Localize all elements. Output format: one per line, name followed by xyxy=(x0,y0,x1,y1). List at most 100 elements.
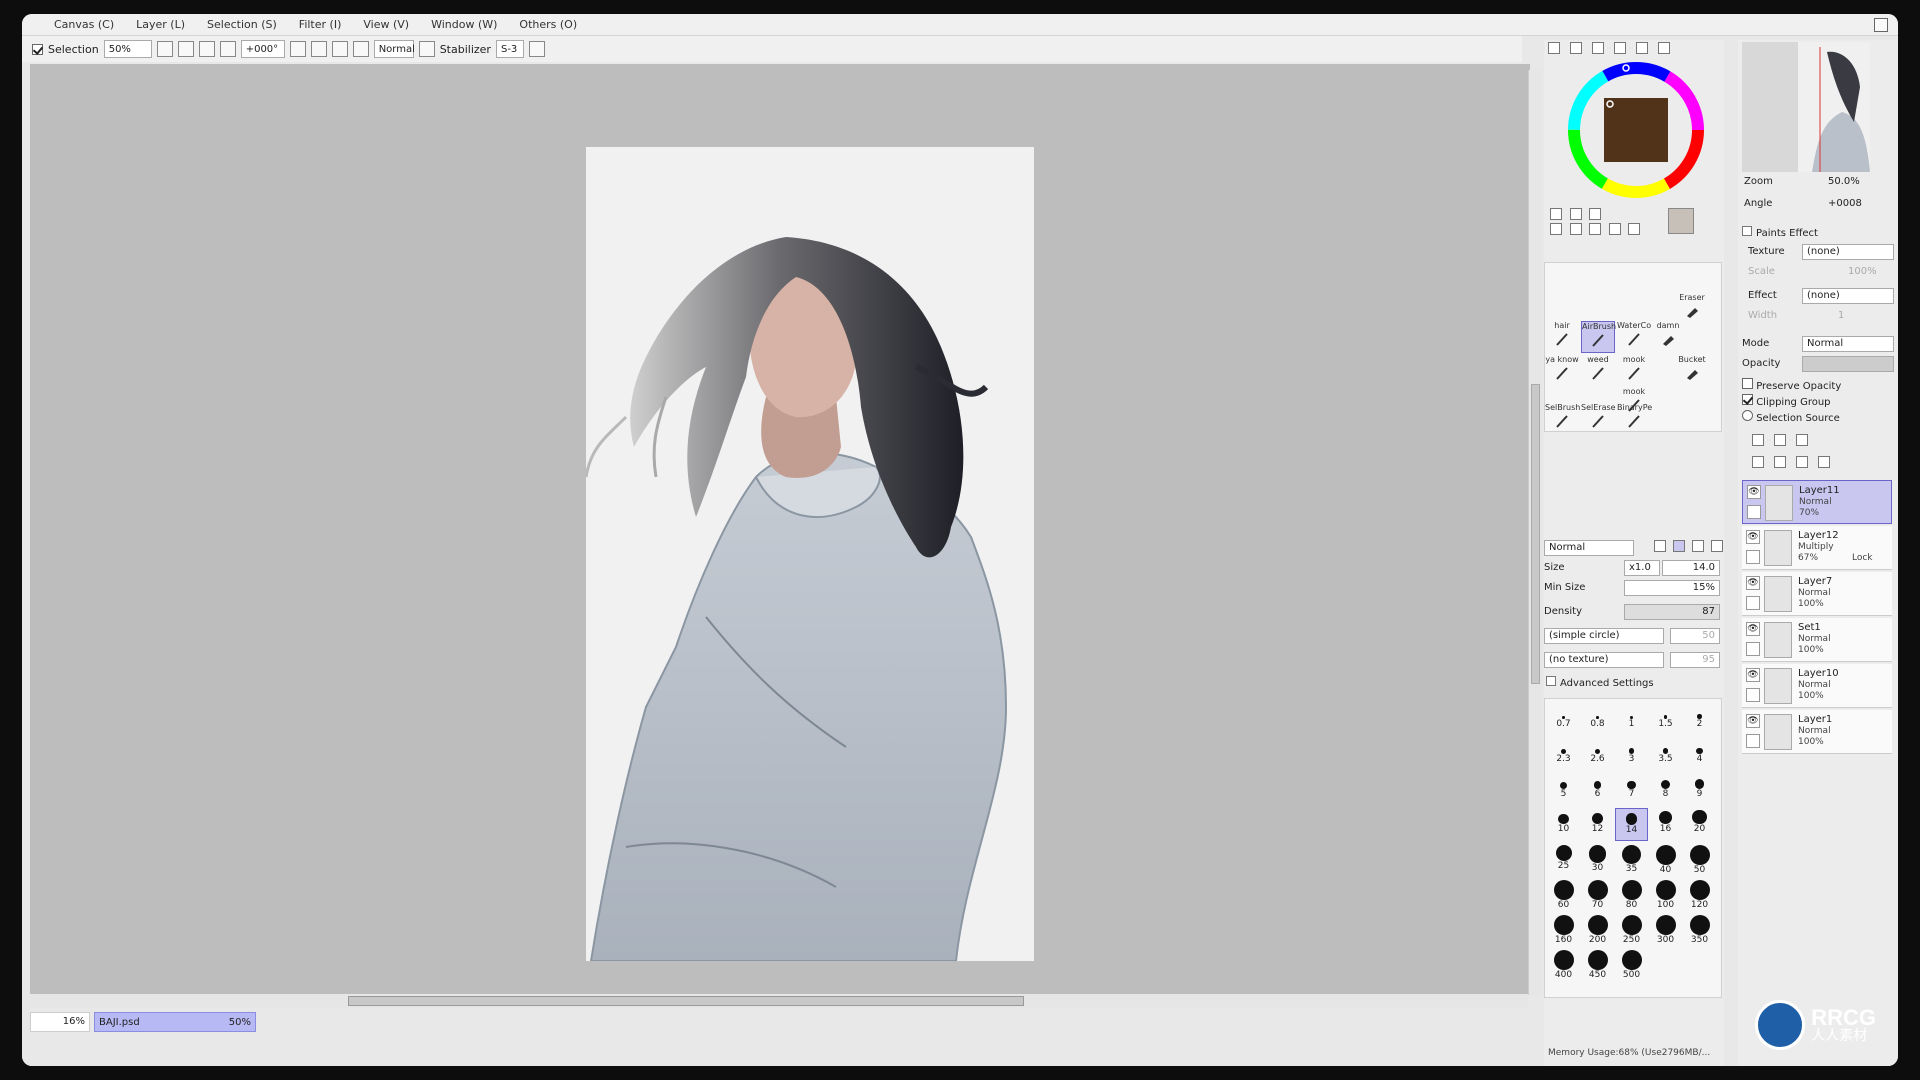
vertical-scroll-thumb[interactable] xyxy=(1531,384,1540,684)
layer-item[interactable]: 👁 Layer7 Normal 100% xyxy=(1742,572,1892,616)
layer-item[interactable]: 👁 Layer12 Multiply 67% Lock xyxy=(1742,526,1892,570)
visibility-eye-icon[interactable]: 👁 xyxy=(1746,622,1760,636)
brush-size-option[interactable]: 6 xyxy=(1581,773,1614,806)
menu-others[interactable]: Others (O) xyxy=(515,16,581,33)
horizontal-scrollbar[interactable] xyxy=(30,994,1528,1008)
minsize-slider[interactable]: 15% xyxy=(1624,580,1720,596)
brush-shape-value[interactable]: 50 xyxy=(1670,628,1720,644)
brush-size-option[interactable]: 400 xyxy=(1547,948,1580,981)
brush-size-option[interactable]: 30 xyxy=(1581,843,1614,876)
brush-texture-select[interactable]: (no texture) xyxy=(1544,652,1664,668)
medium-edge-icon[interactable] xyxy=(1673,540,1685,552)
zoom-tool-icon[interactable] xyxy=(1569,223,1582,235)
brush-size-option[interactable]: 2.3 xyxy=(1547,738,1580,771)
clear-layer-icon[interactable] xyxy=(1796,456,1808,468)
hsv-slider-tab-icon[interactable] xyxy=(1592,42,1604,54)
layer-item[interactable]: 👁 Layer1 Normal 100% xyxy=(1742,710,1892,754)
brush-size-option[interactable]: 500 xyxy=(1615,948,1648,981)
texture-select[interactable]: (none) xyxy=(1802,244,1894,260)
stabilizer-dropdown-button[interactable] xyxy=(528,41,545,57)
artwork-canvas[interactable] xyxy=(586,147,1034,961)
lock-toggle-icon[interactable] xyxy=(1746,734,1760,748)
brush-size-option[interactable]: 12 xyxy=(1581,808,1614,841)
visibility-eye-icon[interactable]: 👁 xyxy=(1746,530,1760,544)
brush-damn[interactable]: damn xyxy=(1651,321,1685,353)
brush-size-option[interactable]: 9 xyxy=(1683,773,1716,806)
move-icon[interactable] xyxy=(1550,223,1562,235)
brush-size-option[interactable]: 10 xyxy=(1547,808,1580,841)
brush-size-option[interactable]: 350 xyxy=(1683,913,1716,946)
vertical-scrollbar[interactable] xyxy=(1528,70,1542,995)
eyedropper-icon[interactable] xyxy=(1628,223,1640,235)
rotation-field[interactable]: +000° xyxy=(240,40,285,58)
stabilizer-field[interactable]: S-3 xyxy=(495,40,524,58)
brush-blend-select[interactable]: Normal xyxy=(1544,540,1634,556)
soft-edge-icon[interactable] xyxy=(1692,540,1704,552)
blend-field[interactable]: Normal xyxy=(373,40,415,58)
menu-layer[interactable]: Layer (L) xyxy=(132,16,189,33)
brush-size-option[interactable]: 0.8 xyxy=(1581,703,1614,736)
lock-toggle-icon[interactable] xyxy=(1746,550,1760,564)
menu-window[interactable]: Window (W) xyxy=(427,16,501,33)
color-swatch-tab-icon[interactable] xyxy=(1614,42,1626,54)
menu-canvas[interactable]: Canvas (C) xyxy=(50,16,118,33)
density-slider[interactable]: 87 xyxy=(1624,604,1720,620)
brush-size-option[interactable]: 60 xyxy=(1547,878,1580,911)
zoom-reset-button[interactable] xyxy=(219,41,236,57)
hand-icon[interactable] xyxy=(1608,223,1621,235)
clipping-group-checkbox[interactable] xyxy=(1742,394,1753,405)
layer-mode-select[interactable]: Normal xyxy=(1802,336,1894,352)
layer-item[interactable]: 👁 Set1 Normal 100% xyxy=(1742,618,1892,662)
clipping-group-option[interactable]: Clipping Group xyxy=(1742,394,1831,408)
brush-size-option[interactable]: 100 xyxy=(1649,878,1682,911)
brush-size-option[interactable]: 16 xyxy=(1649,808,1682,841)
brush-ya-know[interactable]: ya know xyxy=(1545,355,1579,387)
brush-size-option[interactable]: 8 xyxy=(1649,773,1682,806)
brush-size-option[interactable]: 14 xyxy=(1615,808,1648,841)
primary-color-swatch[interactable] xyxy=(1668,208,1694,234)
selection-source-option[interactable]: Selection Source xyxy=(1742,410,1840,424)
brush-size-option[interactable]: 1 xyxy=(1615,703,1648,736)
brush-selbrush[interactable]: SelBrush xyxy=(1545,403,1580,435)
visibility-eye-icon[interactable]: 👁 xyxy=(1747,485,1761,499)
advanced-settings-toggle[interactable]: Advanced Settings xyxy=(1546,676,1654,689)
menu-filter[interactable]: Filter (I) xyxy=(295,16,346,33)
brush-size-option[interactable]: 300 xyxy=(1649,913,1682,946)
brush-weed[interactable]: weed xyxy=(1581,355,1615,387)
preserve-opacity-option[interactable]: Preserve Opacity xyxy=(1742,378,1841,392)
rotate-right-button[interactable] xyxy=(310,41,327,57)
lock-toggle-icon[interactable] xyxy=(1747,505,1761,519)
brush-size-option[interactable]: 5 xyxy=(1547,773,1580,806)
brush-size-option[interactable]: 4 xyxy=(1683,738,1716,771)
layer-opacity-slider[interactable] xyxy=(1802,356,1894,372)
brush-size-option[interactable]: 0.7 xyxy=(1547,703,1580,736)
brush-size-option[interactable]: 70 xyxy=(1581,878,1614,911)
scratchpad-tab-icon[interactable] xyxy=(1636,42,1648,54)
horizontal-scroll-thumb[interactable] xyxy=(348,996,1024,1006)
brush-hair[interactable]: hair xyxy=(1545,321,1579,353)
size-value[interactable]: 14.0 xyxy=(1662,560,1720,576)
preserve-opacity-checkbox[interactable] xyxy=(1742,378,1753,389)
brush-mook[interactable]: mook xyxy=(1617,355,1651,387)
effect-select[interactable]: (none) xyxy=(1802,288,1894,304)
lasso-icon[interactable] xyxy=(1569,208,1582,220)
magic-wand-icon[interactable] xyxy=(1589,208,1601,220)
brush-bucket[interactable]: Bucket xyxy=(1675,355,1709,387)
brush-size-option[interactable]: 450 xyxy=(1581,948,1614,981)
rotate-left-button[interactable] xyxy=(289,41,306,57)
blend-dropdown-button[interactable] xyxy=(418,41,435,57)
brush-size-option[interactable]: 3.5 xyxy=(1649,738,1682,771)
user-swatch-tab-icon[interactable] xyxy=(1658,42,1670,54)
brush-size-option[interactable]: 35 xyxy=(1615,843,1648,876)
brush-size-option[interactable]: 2.6 xyxy=(1581,738,1614,771)
rect-select-icon[interactable] xyxy=(1550,208,1562,220)
brush-size-option[interactable]: 250 xyxy=(1615,913,1648,946)
new-folder-icon[interactable] xyxy=(1796,434,1808,446)
brush-shape-select[interactable]: (simple circle) xyxy=(1544,628,1664,644)
brush-size-option[interactable]: 2 xyxy=(1683,703,1716,736)
brush-binarypen[interactable]: BinaryPe xyxy=(1617,403,1652,435)
brush-size-option[interactable]: 160 xyxy=(1547,913,1580,946)
zoom-field[interactable]: 50% xyxy=(103,40,152,58)
new-layer-icon[interactable] xyxy=(1752,434,1764,446)
rgb-slider-tab-icon[interactable] xyxy=(1570,42,1582,54)
